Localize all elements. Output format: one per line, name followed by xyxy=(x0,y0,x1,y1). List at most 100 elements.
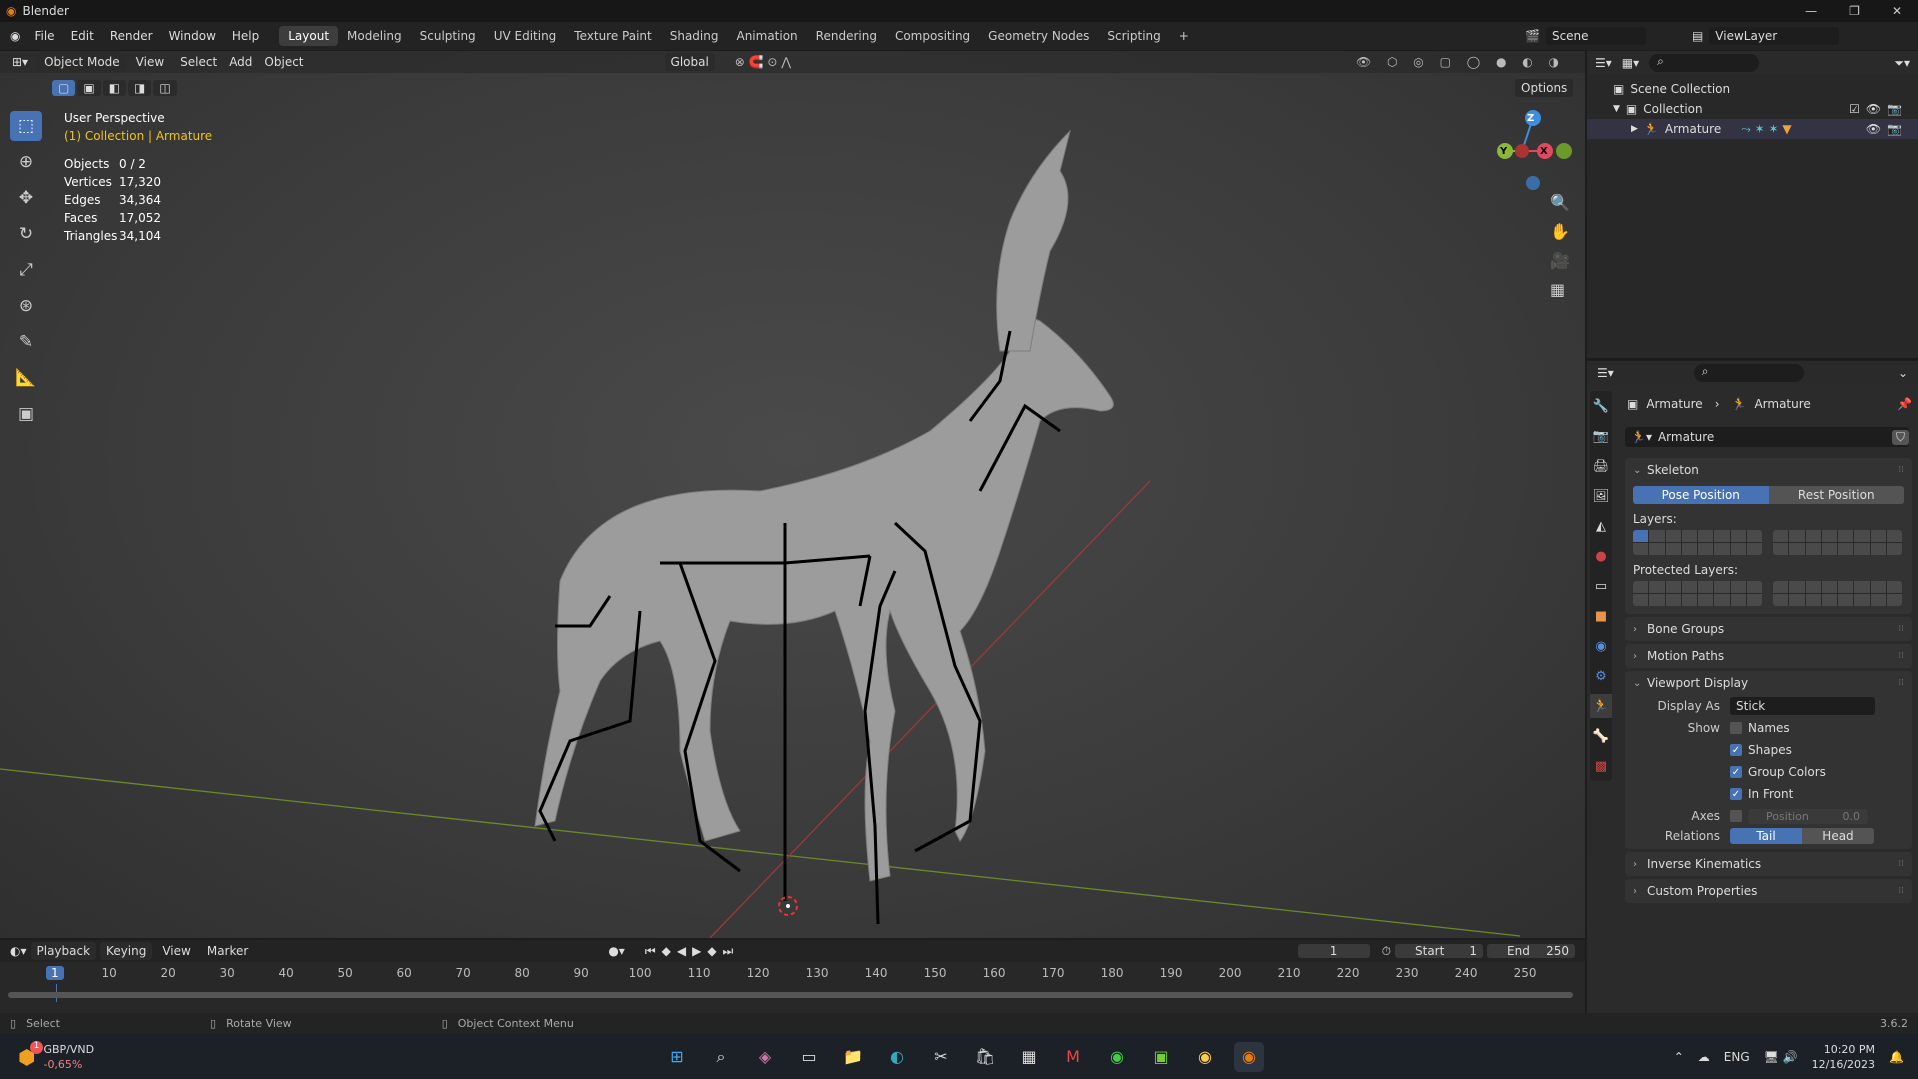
scale-tool-icon[interactable]: ⤢ xyxy=(10,255,42,285)
shapes-checkbox[interactable]: ✓ xyxy=(1730,744,1742,756)
add-cube-tool-icon[interactable]: ▣ xyxy=(10,399,42,429)
tray-chevron-icon[interactable]: ⌃ xyxy=(1674,1050,1684,1064)
options-chevron-icon[interactable]: ⌄ xyxy=(1898,366,1908,380)
copilot-icon[interactable]: ◈ xyxy=(750,1042,780,1072)
snipping-tool-icon[interactable]: ✂ xyxy=(926,1042,956,1072)
tab-modeling[interactable]: Modeling xyxy=(338,26,411,46)
task-view-icon[interactable]: ▭ xyxy=(794,1042,824,1072)
select-subtract-icon[interactable]: ◧ xyxy=(102,80,127,96)
menu-edit[interactable]: Edit xyxy=(63,29,102,43)
outliner-editor-icon[interactable]: ☰▾ xyxy=(1595,56,1612,70)
add-workspace-button[interactable]: + xyxy=(1170,26,1198,46)
tab-animation[interactable]: Animation xyxy=(727,26,806,46)
outliner-collection[interactable]: ▼ ▣ Collection ☑👁📷 xyxy=(1587,99,1918,119)
editor-type-icon[interactable]: ⊞▾ xyxy=(12,55,28,69)
tab-sculpting[interactable]: Sculpting xyxy=(411,26,485,46)
timeline-editor-icon[interactable]: ◐▾ xyxy=(10,944,27,958)
tool-tab-icon[interactable]: 🔧 xyxy=(1590,394,1612,418)
gizmo-x-label[interactable]: X xyxy=(1540,146,1548,157)
in-front-checkbox[interactable]: ✓ xyxy=(1730,788,1742,800)
menu-add[interactable]: Add xyxy=(223,55,258,69)
scene-selector[interactable]: Scene xyxy=(1545,27,1646,45)
menu-view[interactable]: View xyxy=(126,55,174,69)
notifications-bell-icon[interactable]: 🔔 xyxy=(1889,1050,1904,1064)
bone-layers-grid-1[interactable] xyxy=(1633,530,1762,555)
preview-range-icon[interactable]: ⏱ xyxy=(1382,944,1391,959)
shading-mode-icons[interactable]: 👁 ⬡ ◎ ▢ ◯ ● ◐ ◑ xyxy=(1356,55,1565,69)
blender-taskbar-icon[interactable]: ◉ xyxy=(1234,1041,1264,1072)
file-explorer-icon[interactable]: 📁 xyxy=(838,1042,868,1072)
options-button[interactable]: Options xyxy=(1515,79,1574,97)
menu-file[interactable]: File xyxy=(26,29,62,43)
outliner-search-input[interactable]: ⌕ xyxy=(1649,54,1760,72)
properties-search-input[interactable]: ⌕ xyxy=(1693,364,1804,382)
menu-object[interactable]: Object xyxy=(258,55,309,69)
onedrive-icon[interactable]: ☁ xyxy=(1698,1050,1710,1064)
bone-layers-grid-2[interactable] xyxy=(1773,530,1902,555)
select-box-tool-icon[interactable]: ⬚ xyxy=(10,111,42,141)
maximize-button[interactable]: ❐ xyxy=(1849,4,1860,18)
tab-compositing[interactable]: Compositing xyxy=(886,26,979,46)
display-mode-icon[interactable]: ▦▾ xyxy=(1622,56,1639,70)
stock-widget[interactable]: ⬢ 1 GBP/VND -0,65% xyxy=(18,1040,94,1072)
pan-hand-icon[interactable]: ✋ xyxy=(1550,222,1570,241)
view-layer-selector[interactable]: ViewLayer xyxy=(1709,27,1840,45)
fake-user-shield-icon[interactable]: ⛉ xyxy=(1891,429,1909,445)
select-new-icon[interactable]: ▢ xyxy=(52,80,76,96)
measure-tool-icon[interactable]: 📐 xyxy=(10,363,42,393)
tab-scripting[interactable]: Scripting xyxy=(1098,26,1169,46)
start-frame-field[interactable]: Start 1 xyxy=(1395,944,1483,958)
tab-texture-paint[interactable]: Texture Paint xyxy=(565,26,660,46)
viewport-display-panel-header[interactable]: ⌄ Viewport Display ⁞⁞ xyxy=(1625,671,1912,695)
store-icon[interactable]: 🛍 xyxy=(970,1042,1000,1072)
filter-icon[interactable]: ⏷▾ xyxy=(1894,56,1910,71)
minimize-button[interactable]: — xyxy=(1805,4,1817,18)
gizmo-y-label[interactable]: Y xyxy=(1500,146,1507,157)
protected-layers-grid-2[interactable] xyxy=(1773,581,1902,606)
ortho-grid-icon[interactable]: ▦ xyxy=(1550,280,1570,299)
expand-icon[interactable]: ▶ xyxy=(1631,119,1638,139)
relations-tail-button[interactable]: Tail xyxy=(1730,828,1802,844)
current-frame-field[interactable]: 1 xyxy=(1297,944,1370,958)
tab-uv-editing[interactable]: UV Editing xyxy=(485,26,566,46)
clock[interactable]: 10:20 PM 12/16/2023 xyxy=(1812,1042,1875,1072)
transform-tool-icon[interactable]: ⊛ xyxy=(10,291,42,321)
menu-help[interactable]: Help xyxy=(224,29,267,43)
select-invert-icon[interactable]: ◨ xyxy=(128,80,152,96)
visibility-icons[interactable]: 👁📷 xyxy=(1866,119,1908,139)
gizmo-z-label[interactable]: Z xyxy=(1527,113,1534,124)
skeleton-panel-header[interactable]: ⌄ Skeleton ⁞⁞ xyxy=(1625,458,1912,482)
cursor-tool-icon[interactable]: ⊕ xyxy=(10,147,42,177)
properties-editor-icon[interactable]: ☰▾ xyxy=(1597,366,1614,380)
bone-groups-panel-header[interactable]: › Bone Groups ⁞⁞ xyxy=(1625,617,1912,641)
mode-selector[interactable]: Object Mode xyxy=(38,53,126,71)
menu-window[interactable]: Window xyxy=(161,29,224,43)
move-tool-icon[interactable]: ✥ xyxy=(10,183,42,213)
outliner-armature[interactable]: ▶ 🏃 Armature ⤳ ✶ ✶ ▼ 👁📷 xyxy=(1587,119,1918,139)
tab-layout[interactable]: Layout xyxy=(279,26,339,46)
windows-start-icon[interactable]: ⊞ xyxy=(662,1042,692,1072)
armature-data-name-field[interactable]: Armature xyxy=(1658,430,1714,444)
mcafee-icon[interactable]: M xyxy=(1058,1042,1088,1072)
outliner-scene-collection[interactable]: ▣ Scene Collection xyxy=(1587,79,1918,99)
select-extend-icon[interactable]: ▣ xyxy=(77,80,101,96)
rest-position-button[interactable]: Rest Position xyxy=(1768,486,1904,504)
relations-head-button[interactable]: Head xyxy=(1802,828,1874,844)
zoom-icon[interactable]: 🔍 xyxy=(1550,193,1570,212)
select-intersect-icon[interactable]: ◫ xyxy=(153,80,177,96)
playback-menu[interactable]: Playback xyxy=(30,942,97,960)
motion-paths-panel-header[interactable]: › Motion Paths ⁞⁞ xyxy=(1625,644,1912,668)
playhead-frame[interactable]: 1 xyxy=(46,966,64,980)
chrome-icon[interactable]: ◉ xyxy=(1102,1042,1132,1072)
network-volume-icons[interactable]: 🖥 🔊 xyxy=(1764,1050,1798,1064)
names-checkbox[interactable] xyxy=(1730,722,1742,734)
group-colors-checkbox[interactable]: ✓ xyxy=(1730,766,1742,778)
search-icon[interactable]: ⌕ xyxy=(706,1042,736,1072)
frame-ruler[interactable]: 1 10 20 30 40 50 60 70 80 90 100 110 120 130 140 150 16… xyxy=(0,962,1585,1002)
menu-select[interactable]: Select xyxy=(174,55,223,69)
orientation-selector[interactable]: Global xyxy=(664,53,715,71)
auto-keying-icon[interactable]: ●▾ xyxy=(608,944,625,958)
annotate-tool-icon[interactable]: ✎ xyxy=(10,327,42,357)
close-button[interactable]: ✕ xyxy=(1892,4,1902,18)
render-tab-icon[interactable]: 📷 xyxy=(1590,424,1612,448)
